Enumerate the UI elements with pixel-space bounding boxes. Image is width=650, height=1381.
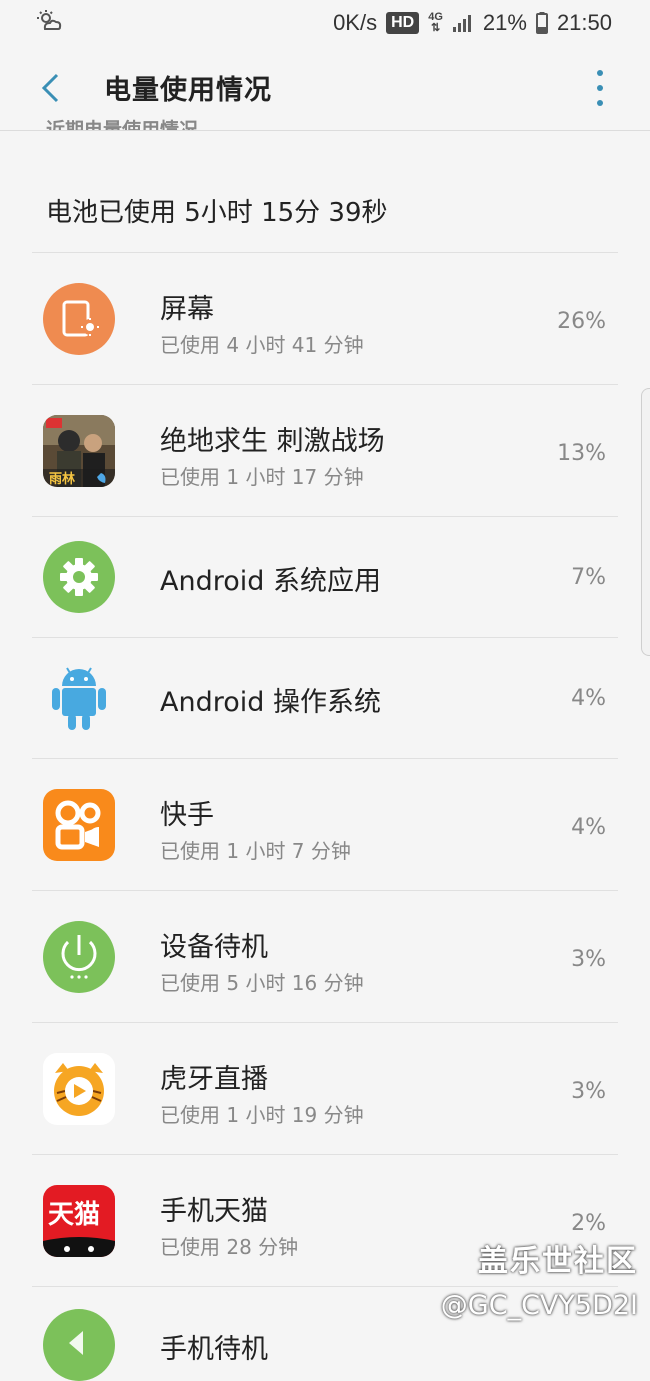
clock: 21:50 <box>556 10 612 35</box>
usage-time: 已使用 4 小时 41 分钟 <box>160 333 364 357</box>
usage-percent: 3% <box>571 1079 606 1104</box>
app-name: 绝地求生 刺激战场 <box>160 426 385 457</box>
list-item[interactable]: 雨林 绝地求生 刺激战场 已使用 1 小时 17 分钟 13% <box>32 384 618 516</box>
status-bar: 0K/s HD 4G ⇅ 21% 21:50 <box>0 0 650 46</box>
app-name: 设备待机 <box>160 932 268 963</box>
gear-icon <box>43 541 115 613</box>
usage-percent: 7% <box>571 565 606 590</box>
network-type-icon: 4G ⇅ <box>428 11 443 34</box>
scrollbar[interactable] <box>641 388 650 656</box>
app-name: Android 系统应用 <box>160 566 381 597</box>
usage-percent: 4% <box>571 815 606 840</box>
usage-time: 已使用 28 分钟 <box>160 1235 299 1259</box>
app-name: 屏幕 <box>160 294 214 325</box>
usage-percent: 2% <box>571 1211 606 1236</box>
battery-icon <box>535 12 548 34</box>
pubg-game-icon: 雨林 <box>43 415 115 487</box>
hd-badge: HD <box>386 12 420 34</box>
watermark: 盖乐世社区 @GC_CVY5D2I <box>441 1236 638 1321</box>
back-arrow-icon <box>41 73 59 103</box>
battery-percent: 21% <box>482 10 527 35</box>
usage-time: 已使用 5 小时 16 分钟 <box>160 971 364 995</box>
usage-time: 已使用 1 小时 7 分钟 <box>160 839 351 863</box>
android-robot-icon <box>43 662 115 734</box>
battery-usage-summary: 电池已使用 5小时 15分 39秒 <box>46 198 388 228</box>
list-item[interactable]: Android 操作系统 4% <box>32 637 618 758</box>
usage-percent: 3% <box>571 947 606 972</box>
list-item[interactable]: Android 系统应用 7% <box>32 516 618 637</box>
usage-percent: 13% <box>557 441 606 466</box>
network-type: 4G <box>428 11 443 23</box>
power-icon <box>43 921 115 993</box>
usage-percent: 26% <box>557 309 606 334</box>
page-title: 电量使用情况 <box>104 75 272 106</box>
list-item[interactable]: 虎牙直播 已使用 1 小时 19 分钟 3% <box>32 1022 618 1154</box>
app-usage-list: 屏幕 已使用 4 小时 41 分钟 26% 雨林 绝地求生 刺激战场 已使用 1… <box>32 252 618 1381</box>
weather-icon <box>36 9 64 37</box>
huya-icon <box>43 1053 115 1125</box>
list-item[interactable]: 屏幕 已使用 4 小时 41 分钟 26% <box>32 252 618 384</box>
watermark-line2: @GC_CVY5D2I <box>440 1290 638 1321</box>
back-button[interactable] <box>30 68 70 108</box>
usage-time: 已使用 1 小时 17 分钟 <box>160 465 364 489</box>
kuaishou-icon <box>43 789 115 861</box>
app-name: 手机待机 <box>160 1334 268 1365</box>
signal-icon <box>452 15 471 32</box>
svg-text:天猫: 天猫 <box>48 1200 100 1230</box>
list-item[interactable]: 快手 已使用 1 小时 7 分钟 4% <box>32 758 618 890</box>
usage-time: 已使用 1 小时 19 分钟 <box>160 1103 364 1127</box>
tmall-icon: 天猫 <box>43 1185 115 1257</box>
app-name: Android 操作系统 <box>160 687 381 718</box>
more-vert-icon <box>597 70 603 76</box>
app-name: 手机天猫 <box>160 1196 268 1227</box>
network-speed: 0K/s <box>333 10 378 35</box>
more-options-button[interactable] <box>590 70 610 106</box>
svg-text:雨林: 雨林 <box>49 471 75 487</box>
screen-brightness-icon <box>43 283 115 355</box>
list-item[interactable]: 设备待机 已使用 5 小时 16 分钟 3% <box>32 890 618 1022</box>
section-header: 近期电量使用情况 <box>46 119 199 130</box>
app-name: 虎牙直播 <box>160 1064 268 1095</box>
watermark-line1: 盖乐世社区 <box>478 1244 638 1279</box>
app-name: 快手 <box>160 800 214 831</box>
phone-standby-icon <box>43 1309 115 1381</box>
usage-percent: 4% <box>571 686 606 711</box>
